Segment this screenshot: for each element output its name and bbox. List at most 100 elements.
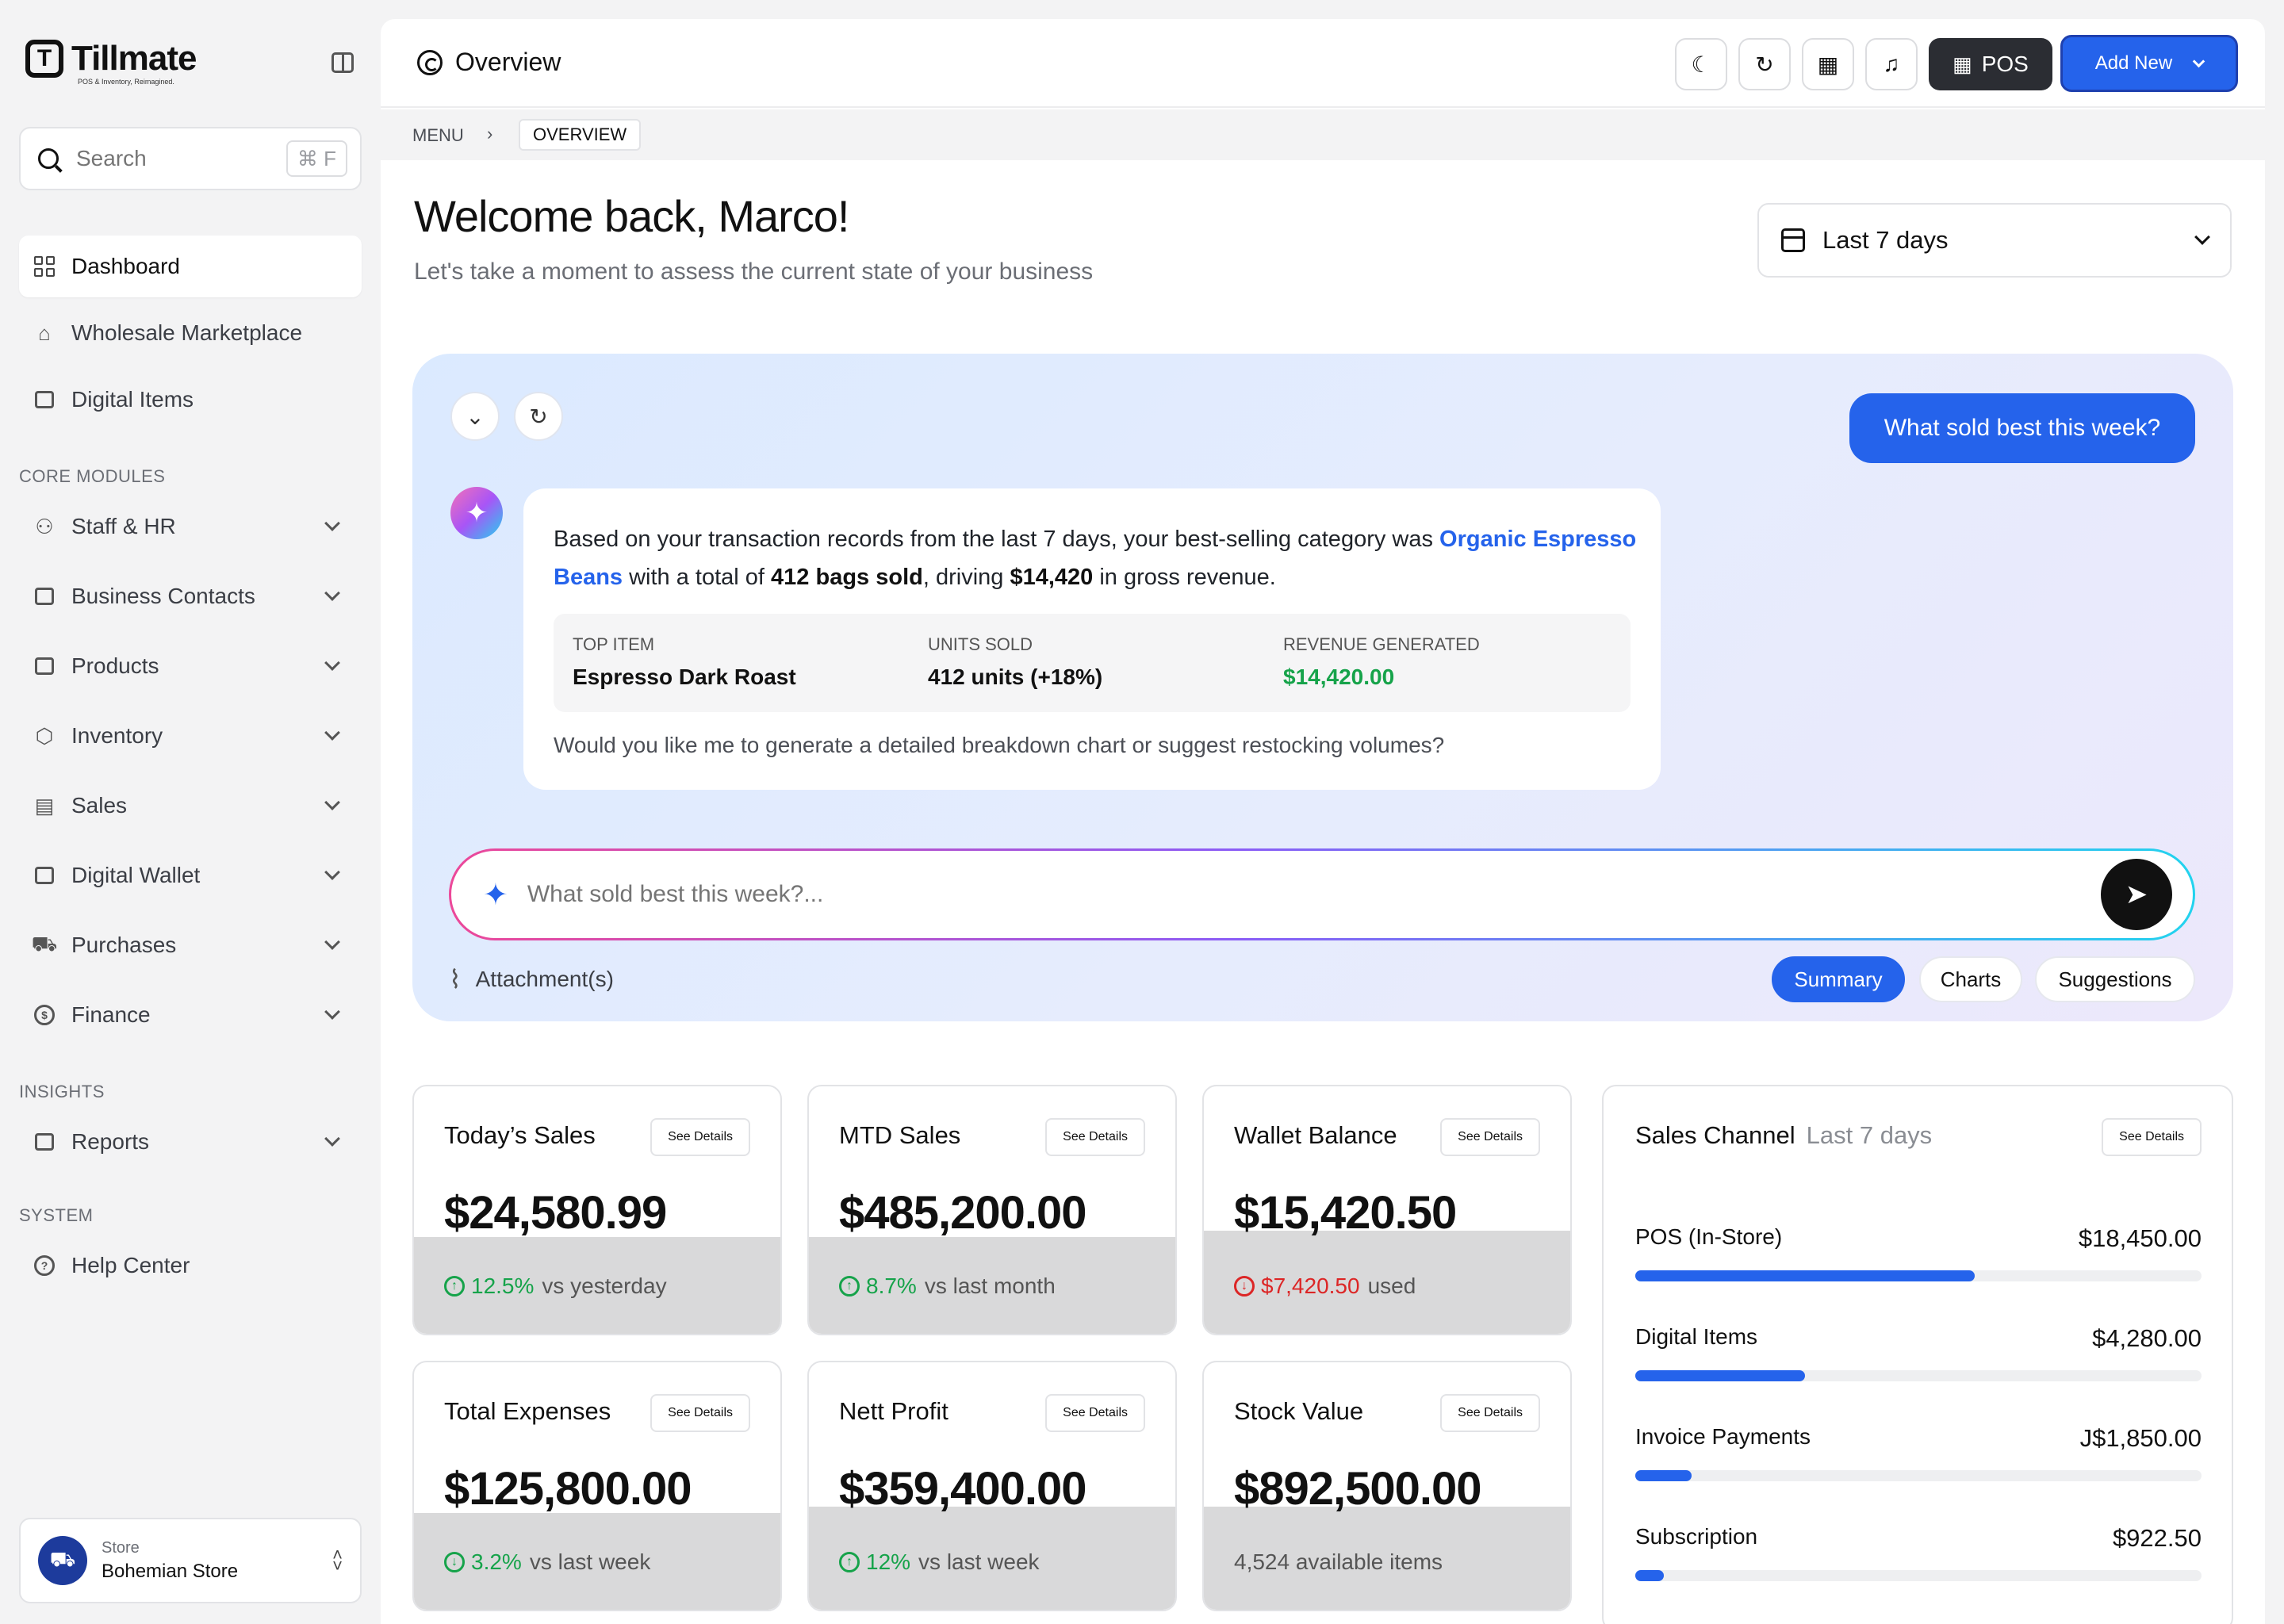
search-shortcut: ⌘ F — [286, 140, 347, 177]
chevron-down-icon — [324, 585, 340, 601]
sidebar-item-digital-wallet[interactable]: Digital Wallet — [19, 845, 362, 906]
see-details-button[interactable]: See Details — [650, 1394, 750, 1432]
kpi-trend: 4,524 available items — [1234, 1549, 1443, 1575]
sidebar-item-dashboard[interactable]: Dashboard — [19, 236, 362, 297]
sidebar-item-inventory[interactable]: ⬡ Inventory — [19, 705, 362, 767]
sidebar-item-label: Dashboard — [71, 254, 180, 278]
logo[interactable]: T Tillmate — [25, 40, 197, 78]
stat-revenue: REVENUE GENERATED $14,420.00 — [1283, 634, 1480, 690]
kpi-value: $24,580.99 — [444, 1187, 667, 1239]
brand-tagline: POS & Inventory, Reimagined. — [78, 78, 174, 86]
sidebar-item-staff-hr[interactable]: ⚇ Staff & HR — [19, 496, 362, 557]
kpi-trend: ↑ 12% vs last week — [839, 1549, 1040, 1575]
section-label-core-modules: CORE MODULES — [19, 466, 166, 486]
channel-value: J$1,850.00 — [2079, 1424, 2202, 1452]
kpi-title: Wallet Balance — [1234, 1121, 1397, 1149]
topbar: Overview ☾ ↻ ▦ ♫ ▦ POS Add New — [381, 19, 2265, 108]
kpi-title: MTD Sales — [839, 1121, 961, 1149]
store-name: Bohemian Store — [102, 1560, 239, 1582]
breadcrumb-separator: › — [487, 124, 493, 144]
logo-mark-icon: T — [25, 40, 63, 78]
kpi-wallet-balance: Wallet Balance See Details $15,420.50 ↓ $… — [1202, 1085, 1572, 1335]
sidebar-item-sales[interactable]: ▤ Sales — [19, 775, 362, 837]
ai-sparkle-icon: ✦ — [450, 487, 503, 539]
chip-summary[interactable]: Summary — [1772, 956, 1905, 1002]
kpi-delta: 12.5% — [471, 1274, 535, 1298]
chip-suggestions[interactable]: Suggestions — [2035, 956, 2195, 1002]
reply-bold: 412 bags sold — [771, 565, 923, 590]
see-details-button[interactable]: See Details — [1045, 1394, 1145, 1432]
see-details-button[interactable]: See Details — [2102, 1118, 2202, 1156]
channel-progress — [1635, 1370, 2202, 1381]
stat-value: $14,420.00 — [1283, 665, 1395, 689]
see-details-button[interactable]: See Details — [1045, 1118, 1145, 1156]
chevron-down-icon — [324, 725, 340, 741]
box-icon — [33, 655, 56, 677]
search-bar[interactable]: ⌘ F — [19, 127, 362, 190]
sidebar-item-finance[interactable]: $ Finance — [19, 984, 362, 1046]
send-button[interactable]: ➤ — [2101, 859, 2172, 930]
channel-progress-fill — [1635, 1470, 1692, 1481]
store-switcher[interactable]: ⛟ Store Bohemian Store ˄ ˅ — [19, 1518, 362, 1603]
calculator-button[interactable]: ▦ — [1802, 38, 1854, 90]
kpi-delta: 3.2% — [471, 1549, 522, 1574]
sidebar-item-label: Sales — [71, 793, 128, 818]
arrow-up-icon: ↑ — [839, 1552, 860, 1572]
see-details-button[interactable]: See Details — [1440, 1118, 1540, 1156]
notifications-button[interactable]: ♫ — [1865, 38, 1918, 90]
sidebar-item-label: Inventory — [71, 723, 163, 748]
ai-reply-text: Based on your transaction records from t… — [554, 520, 1648, 596]
pos-button[interactable]: ▦ POS — [1929, 38, 2052, 90]
breadcrumb-root[interactable]: MENU — [412, 125, 464, 146]
reply-part: in gross revenue. — [1093, 565, 1276, 590]
sidebar-item-help-center[interactable]: ? Help Center — [19, 1235, 362, 1297]
kpi-todays-sales: Today’s Sales See Details $24,580.99 ↑ 12… — [412, 1085, 782, 1335]
kpi-suffix: vs last week — [918, 1549, 1040, 1574]
kpi-suffix: vs yesterday — [542, 1274, 667, 1298]
date-range-select[interactable]: Last 7 days — [1757, 203, 2232, 278]
sidebar-item-business-contacts[interactable]: Business Contacts — [19, 565, 362, 627]
stat-value: Espresso Dark Roast — [573, 665, 796, 689]
search-input[interactable] — [76, 146, 274, 171]
stat-units-sold: UNITS SOLD 412 units (+18%) — [928, 634, 1102, 690]
sidebar-collapse-icon[interactable] — [331, 52, 354, 73]
chip-charts[interactable]: Charts — [1919, 956, 2022, 1002]
sidebar-item-wholesale-marketplace[interactable]: ⌂ Wholesale Marketplace — [19, 302, 362, 364]
chevron-down-icon — [2194, 229, 2210, 245]
paperclip-icon: ⌇ — [449, 965, 462, 994]
channel-row-digital-items: Digital Items $4,280.00 — [1635, 1324, 2202, 1381]
sidebar-item-purchases[interactable]: ⛟ Purchases — [19, 914, 362, 976]
kpi-value: $892,500.00 — [1234, 1463, 1482, 1515]
sales-channel-title: Sales Channel Last 7 days — [1635, 1121, 1932, 1150]
add-new-button[interactable]: Add New — [2060, 35, 2238, 92]
chevron-down-icon: ⌄ — [466, 404, 485, 429]
dark-mode-button[interactable]: ☾ — [1675, 38, 1727, 90]
see-details-button[interactable]: See Details — [650, 1118, 750, 1156]
sidebar-item-label: Reports — [71, 1129, 150, 1154]
sidebar-item-label: Staff & HR — [71, 514, 176, 538]
kpi-nett-profit: Nett Profit See Details $359,400.00 ↑ 12%… — [807, 1361, 1177, 1611]
pos-button-label: POS — [1981, 52, 2029, 76]
see-details-button[interactable]: See Details — [1440, 1394, 1540, 1432]
kpi-suffix: 4,524 available items — [1234, 1549, 1443, 1574]
main-content: Overview ☾ ↻ ▦ ♫ ▦ POS Add New MENU › OV… — [381, 19, 2265, 1624]
sidebar-item-digital-items[interactable]: Digital Items — [19, 369, 362, 431]
chevron-down-icon — [324, 655, 340, 671]
sales-channel-heading: Sales Channel — [1635, 1121, 1795, 1149]
arrow-up-icon: ↑ — [444, 1276, 465, 1297]
reset-chat-button[interactable]: ↻ — [514, 392, 563, 441]
store-label: Store — [102, 1538, 140, 1557]
kpi-value: $359,400.00 — [839, 1463, 1087, 1515]
sidebar-item-label: Products — [71, 653, 159, 678]
prompt-input[interactable] — [527, 881, 2101, 908]
package-icon: ⬡ — [35, 723, 54, 748]
sidebar-item-reports[interactable]: Reports — [19, 1111, 362, 1173]
channel-progress — [1635, 1270, 2202, 1281]
dollar-icon: $ — [33, 1004, 56, 1026]
sidebar-item-products[interactable]: Products — [19, 635, 362, 697]
refresh-button[interactable]: ↻ — [1738, 38, 1791, 90]
stat-label: UNITS SOLD — [928, 634, 1033, 654]
attachment-button[interactable]: ⌇ Attachment(s) — [449, 964, 614, 994]
store-icon: ⌂ — [38, 320, 51, 345]
collapse-chat-button[interactable]: ⌄ — [450, 392, 500, 441]
